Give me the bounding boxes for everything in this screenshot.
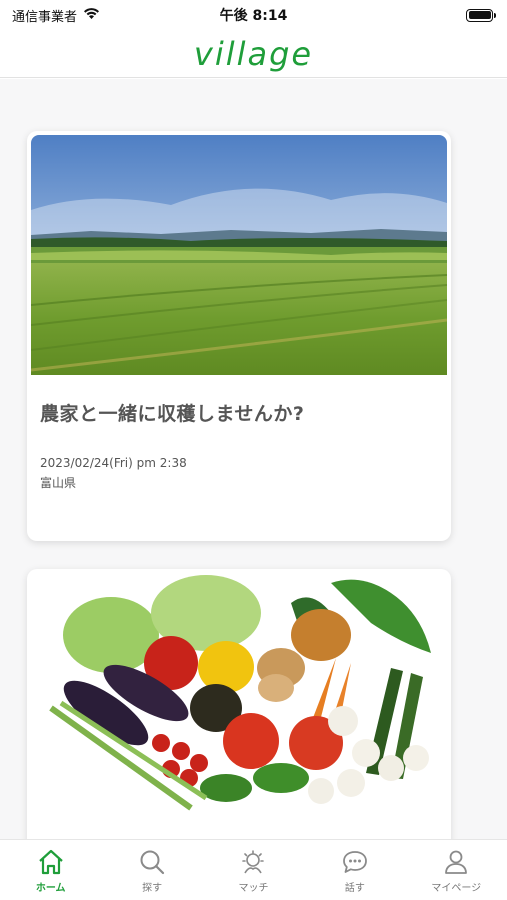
card-date: 2023/02/24(Fri) pm 2:38 <box>40 456 187 470</box>
chat-icon <box>342 851 367 873</box>
wifi-icon <box>83 7 100 24</box>
status-left: 通信事業者 <box>12 6 100 25</box>
tab-mypage[interactable]: マイページ <box>411 848 501 894</box>
event-card[interactable]: 農家と一緒に収穫しませんか? 2023/02/24(Fri) pm 2:38 富… <box>27 131 451 541</box>
search-icon <box>140 850 165 875</box>
card-title: 農家と一緒に収穫しませんか? <box>40 403 305 425</box>
feed[interactable]: 農家と一緒に収穫しませんか? 2023/02/24(Fri) pm 2:38 富… <box>0 79 507 839</box>
tab-label: 探す <box>142 883 163 894</box>
event-card[interactable] <box>27 569 451 839</box>
tab-home[interactable]: ホーム <box>6 848 96 894</box>
app-header: village <box>0 30 507 78</box>
app-logo: village <box>193 34 314 73</box>
carrier-name: 通信事業者 <box>12 9 78 25</box>
status-bar: 通信事業者 午後 8:14 <box>0 0 507 30</box>
tab-match[interactable]: マッチ <box>208 848 298 894</box>
tab-label: ホーム <box>35 883 66 894</box>
card-location: 富山県 <box>40 476 77 490</box>
vegetables-photo <box>31 573 447 813</box>
wheat-field-photo <box>31 135 447 375</box>
person-icon <box>445 850 468 874</box>
match-icon <box>242 850 265 874</box>
tab-label: 話す <box>344 883 365 894</box>
status-time: 午後 8:14 <box>219 8 288 24</box>
tab-label: マッチ <box>238 883 269 894</box>
home-icon <box>38 849 63 875</box>
tab-label: マイページ <box>431 883 482 894</box>
tab-search[interactable]: 探す <box>107 848 197 894</box>
tab-chat[interactable]: 話す <box>310 848 400 894</box>
tab-bar: ホーム 探す マッチ 話す マイページ <box>0 839 507 900</box>
battery-icon <box>466 8 496 22</box>
